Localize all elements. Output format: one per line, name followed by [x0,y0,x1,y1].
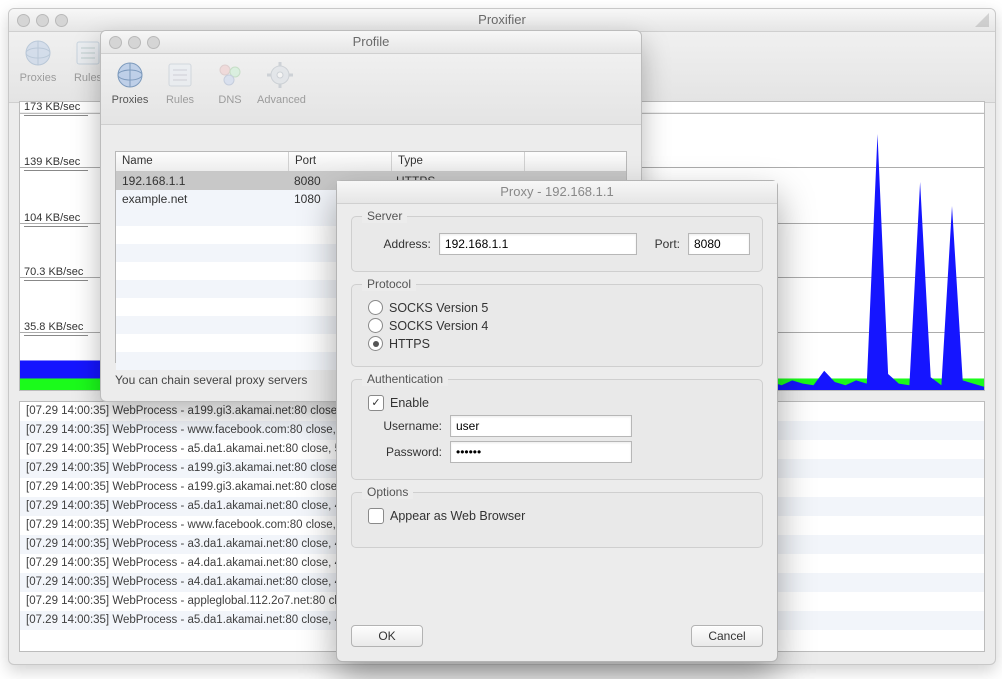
cell-name: example.net [116,190,288,208]
appear-browser-checkbox[interactable] [368,508,384,524]
gear-icon [265,60,295,90]
profile-toolbar: Proxies Rules DNS Advanced [101,54,641,125]
close-icon[interactable] [17,14,30,27]
auth-enable-label: Enable [390,396,429,410]
y-axis-tick: 139 KB/sec [24,156,88,171]
port-input[interactable] [688,233,750,255]
auth-legend: Authentication [362,372,448,386]
protocol-option-label: SOCKS Version 5 [389,301,488,315]
ok-button[interactable]: OK [351,625,423,647]
protocol-radio[interactable] [368,318,383,333]
tab-advanced[interactable]: Advanced [257,58,303,106]
port-label: Port: [645,237,680,251]
y-axis-tick: 104 KB/sec [24,212,88,227]
globe-icon [23,38,53,68]
zoom-icon[interactable] [147,36,160,49]
protocol-option-label: SOCKS Version 4 [389,319,488,333]
options-group: Options Appear as Web Browser [351,492,763,548]
username-label: Username: [364,419,442,433]
password-input[interactable] [450,441,632,463]
username-input[interactable] [450,415,632,437]
y-axis-tick: 173 KB/sec [24,101,88,116]
close-icon[interactable] [109,36,122,49]
zoom-icon[interactable] [55,14,68,27]
list-icon [73,38,103,68]
toolbar-proxies[interactable]: Proxies [15,36,61,84]
main-titlebar[interactable]: Proxifier [9,9,995,32]
tab-advanced-label: Advanced [257,94,306,106]
y-axis-tick: 70.3 KB/sec [24,266,88,281]
tab-proxies-label: Proxies [112,94,149,106]
cell-name: 192.168.1.1 [116,172,288,190]
proxy-dialog-title: Proxy - 192.168.1.1 [500,184,613,199]
tab-dns[interactable]: DNS [207,58,253,106]
main-title: Proxifier [478,12,526,27]
auth-enable-checkbox[interactable] [368,395,384,411]
toolbar-proxies-label: Proxies [20,72,57,84]
protocol-radio[interactable] [368,336,383,351]
minimize-icon[interactable] [128,36,141,49]
window-controls [109,36,160,49]
col-name[interactable]: Name [116,152,289,171]
proxy-dialog: Proxy - 192.168.1.1 Server Address: Port… [336,180,778,662]
tab-rules-label: Rules [166,94,194,106]
protocol-option-label: HTTPS [389,337,430,351]
password-label: Password: [364,445,442,459]
server-legend: Server [362,209,407,223]
table-header: Name Port Type [116,152,626,172]
tab-dns-label: DNS [218,94,241,106]
address-label: Address: [364,237,431,251]
col-type[interactable]: Type [392,152,525,171]
col-port[interactable]: Port [289,152,392,171]
protocol-group: Protocol SOCKS Version 5SOCKS Version 4H… [351,284,763,367]
dns-icon [215,60,245,90]
protocol-radio[interactable] [368,300,383,315]
y-axis-tick: 35.8 KB/sec [24,321,88,336]
options-legend: Options [362,485,413,499]
minimize-icon[interactable] [36,14,49,27]
appear-browser-label: Appear as Web Browser [390,509,525,523]
cancel-button[interactable]: Cancel [691,625,763,647]
protocol-legend: Protocol [362,277,416,291]
proxy-dialog-titlebar[interactable]: Proxy - 192.168.1.1 [337,181,777,204]
address-input[interactable] [439,233,637,255]
profile-title: Profile [353,34,390,49]
server-group: Server Address: Port: [351,216,763,272]
tab-proxies[interactable]: Proxies [107,58,153,106]
auth-group: Authentication Enable Username: Password… [351,379,763,480]
window-controls [17,14,68,27]
toolbar-rules-label: Rules [74,72,102,84]
globe-icon [115,60,145,90]
list-icon [165,60,195,90]
tab-rules[interactable]: Rules [157,58,203,106]
fullscreen-icon[interactable] [975,13,989,27]
profile-titlebar[interactable]: Profile [101,31,641,54]
